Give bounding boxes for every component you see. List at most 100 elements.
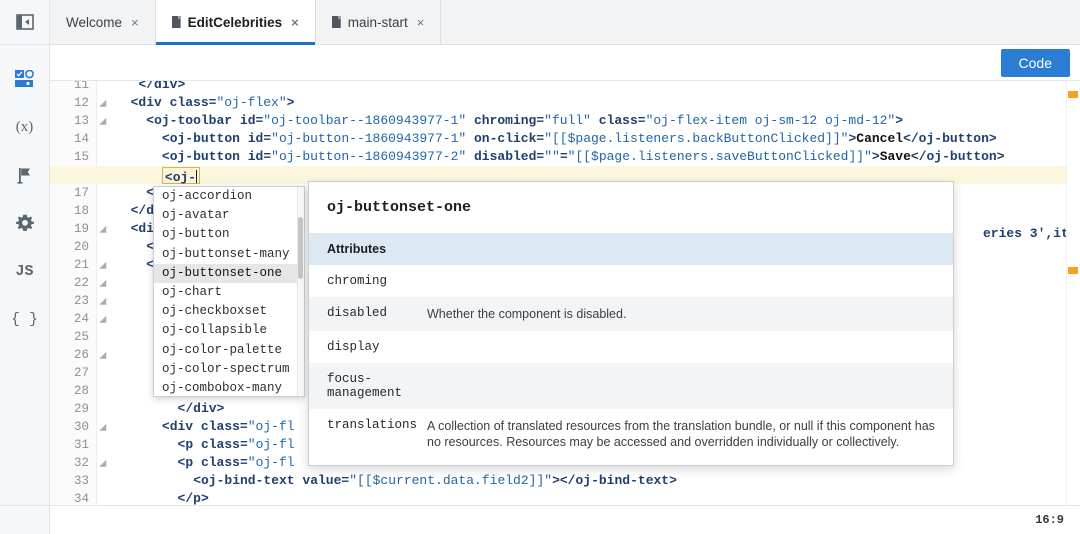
line-number: 34 [73,492,89,505]
code-token: </div> [138,81,186,92]
autocomplete-item[interactable]: oj-color-spectrum [154,360,304,379]
attribute-name: focus-management [309,363,427,409]
rail-item-variables[interactable]: (x) [0,103,49,151]
autocomplete-item[interactable]: oj-avatar [154,206,304,225]
line-number: 26 [73,348,89,362]
file-icon [332,16,341,28]
code-token: value= [302,473,350,488]
rail-item-javascript[interactable]: JS [0,247,49,295]
autocomplete-item[interactable]: oj-accordion [154,187,304,206]
code-line: <p class="oj-fl [178,454,295,472]
active-token-text: <oj- [164,170,197,185]
status-bar: 16:9 [50,505,1080,534]
autocomplete-item[interactable]: oj-collapsible [154,321,304,340]
rail-item-settings[interactable] [0,199,49,247]
rail-item-flags[interactable] [0,151,49,199]
fold-arrow-icon[interactable] [99,310,110,328]
autocomplete-item[interactable]: oj-color-palette [154,341,304,360]
line-number: 14 [73,132,89,146]
code-line: <div class="oj-fl [162,418,295,436]
fold-arrow-icon[interactable] [99,112,110,130]
tab-label: Welcome [66,14,123,30]
tab-editcelebrities[interactable]: EditCelebrities × [155,0,316,45]
attribute-row: focus-management [309,363,953,409]
attribute-name: disabled [309,297,427,331]
autocomplete-item[interactable]: oj-checkboxset [154,302,304,321]
autocomplete-item[interactable]: oj-combobox-many [154,379,304,396]
rail-item-json[interactable]: { } [0,295,49,343]
close-icon[interactable]: × [291,15,299,30]
code-token: "oj-fl [247,455,295,470]
code-button[interactable]: Code [1000,49,1070,77]
code-line: <oj-button id="oj-button--1860943977-2" … [162,148,1005,166]
attribute-description [427,265,953,297]
fold-arrow-icon[interactable] [99,220,110,238]
close-icon[interactable]: × [131,15,139,30]
autocomplete-item[interactable]: oj-chart [154,283,304,302]
code-token: <div [130,95,170,110]
rail-icon-list: (x) JS { } [0,45,49,343]
code-token: "oj-fl [247,437,295,452]
scrollbar-thumb[interactable] [298,217,303,279]
fold-arrow-icon[interactable] [99,454,110,472]
line-number: 24 [73,312,89,326]
code-token: Save [879,149,911,164]
rail-bottom-spacer [0,505,50,534]
line-number: 25 [73,330,89,344]
attribute-row: chroming [309,265,953,297]
fold-arrow-icon[interactable] [99,256,110,274]
code-token: "oj-flex" [216,95,287,110]
fold-arrow-icon[interactable] [99,94,110,112]
attribute-name: chroming [309,265,427,297]
code-line: </div> [138,81,185,94]
line-number: 30 [73,420,89,434]
line-number: 28 [73,384,89,398]
close-icon[interactable]: × [417,15,425,30]
code-token: <oj-button [161,131,248,146]
line-number: 20 [73,240,89,254]
code-token: "oj-flex-item oj-sm-12 oj-md-12" [645,113,896,128]
code-token: > [552,473,560,488]
code-line: </div> [178,400,225,418]
scroll-marker-bar[interactable] [1066,81,1080,505]
line-number: 12 [73,96,89,110]
code-token: </div> [177,401,225,416]
autocomplete-list[interactable]: oj-accordion oj-avatar oj-button oj-buttons… [154,187,304,396]
code-token: </oj-button> [910,149,1005,164]
line-number: 11 [73,81,89,92]
autocomplete-scrollbar[interactable] [297,187,304,396]
fold-arrow-icon[interactable] [99,346,110,364]
autocomplete-item[interactable]: oj-button [154,225,304,244]
attributes-header-label: Attributes [309,233,953,265]
code-token: "oj-fl [247,419,295,434]
fold-arrow-icon[interactable] [99,418,110,436]
attribute-description [427,331,953,363]
ide-window: (x) JS { } Welcome × EditCelebrities × m… [0,0,1080,534]
attribute-row: translations A collection of translated r… [309,409,953,459]
tab-main-start[interactable]: main-start × [315,0,442,44]
tab-label: EditCelebrities [187,14,283,30]
code-token: <p [177,437,201,452]
scroll-marker[interactable] [1068,91,1078,98]
panel-toggle-button[interactable] [0,0,49,45]
braces-icon: { } [10,310,38,328]
autocomplete-item[interactable]: oj-buttonset-one [154,263,304,283]
code-token: "[[$current.data.field2]]" [349,473,553,488]
autocomplete-item[interactable]: oj-buttonset-many [154,245,304,264]
fold-arrow-icon[interactable] [99,292,110,310]
line-number: 33 [73,474,89,488]
scroll-marker[interactable] [1068,267,1078,274]
code-token: "[[$page.listeners.saveButtonClicked]]" [567,149,872,164]
fold-arrow-icon[interactable] [99,274,110,292]
rail-item-designer[interactable] [0,55,49,103]
code-line: <div class="oj-flex"> [131,94,295,112]
fold-gutter[interactable] [97,81,115,505]
autocomplete-popup[interactable]: oj-accordion oj-avatar oj-button oj-buttons… [153,186,305,397]
code-token: class= [200,437,248,452]
code-token: disabled= [466,149,545,164]
active-token-box[interactable]: <oj- [161,167,201,185]
line-number: 27 [73,366,89,380]
attribute-name: translations [309,409,427,459]
code-token: </p> [177,491,209,505]
tab-welcome[interactable]: Welcome × [50,0,156,44]
